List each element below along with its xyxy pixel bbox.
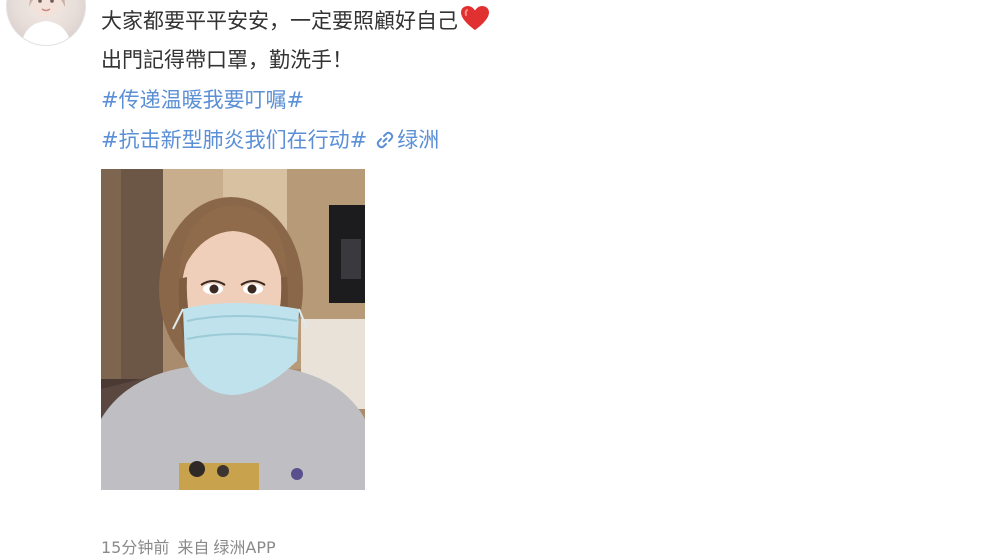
location-link[interactable]: 绿洲 xyxy=(397,128,439,152)
post-text-line-2: 出門記得帶口罩，勤洗手！ xyxy=(101,45,353,75)
heart-icon xyxy=(460,5,490,39)
post-time[interactable]: 15分钟前 xyxy=(101,538,169,557)
topic-link-1[interactable]: #传递温暖我要叮嘱# xyxy=(101,88,304,112)
post-text-1: 大家都要平平安安，一定要照顧好自己 xyxy=(101,9,458,33)
post-photo[interactable] xyxy=(101,169,365,490)
avatar-image xyxy=(21,0,71,45)
post-photo-image xyxy=(101,169,365,490)
post-text-line-1: 大家都要平平安安，一定要照顧好自己 xyxy=(101,5,490,39)
topic-link-2[interactable]: #抗击新型肺炎我们在行动# xyxy=(101,128,367,152)
avatar[interactable] xyxy=(6,0,86,46)
post-meta: 15分钟前 来自 绿洲APP xyxy=(101,537,276,559)
post-topic-line-2: #抗击新型肺炎我们在行动# 绿洲 xyxy=(101,125,439,158)
source-app[interactable]: 绿洲APP xyxy=(213,538,275,557)
post-topic-line-1: #传递温暖我要叮嘱# xyxy=(101,85,304,115)
source-label: 来自 xyxy=(177,538,210,557)
link-icon xyxy=(375,128,395,158)
post-text-2: 出門記得帶口罩，勤洗手！ xyxy=(101,48,353,72)
